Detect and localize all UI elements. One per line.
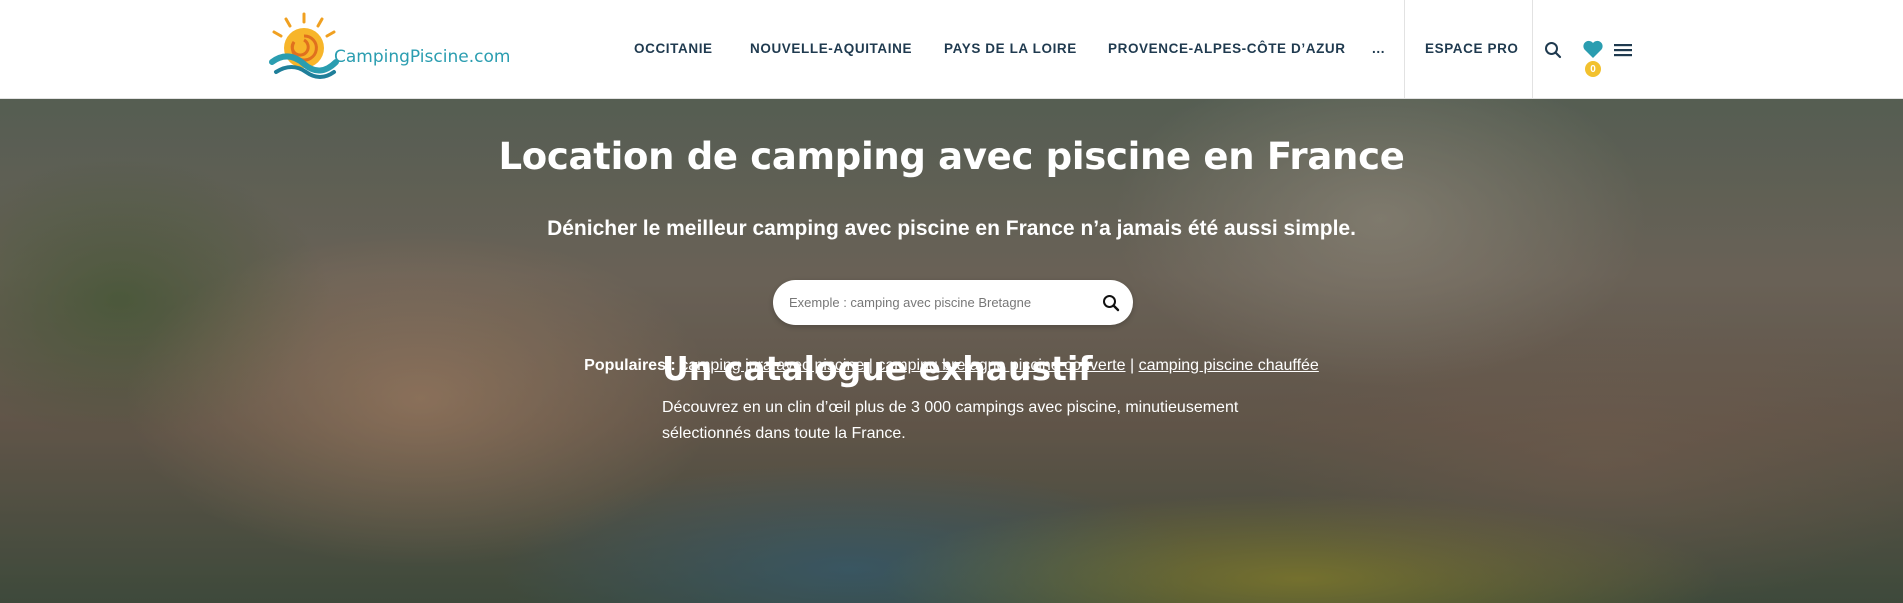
favorites-count-badge: 0 (1585, 61, 1601, 77)
logo-text: CampingPiscine.com (334, 47, 511, 67)
hero-title: Location de camping avec piscine en Fran… (498, 135, 1405, 178)
nav-item-pays-de-la-loire[interactable]: PAYS DE LA LOIRE (944, 41, 1077, 56)
nav-item-provence-alpes-cote-dazur[interactable]: PROVENCE-ALPES-CÔTE D’AZUR (1108, 41, 1346, 56)
nav-item-occitanie[interactable]: OCCITANIE (634, 41, 713, 56)
hero-section: Location de camping avec piscine en Fran… (0, 99, 1903, 603)
nav-item-more[interactable]: ... (1372, 41, 1385, 56)
popular-separator: | (1129, 357, 1135, 374)
menu-icon[interactable] (1613, 40, 1633, 60)
search-submit-icon[interactable] (1101, 293, 1121, 313)
search-bar (773, 280, 1133, 325)
heart-icon[interactable] (1581, 38, 1605, 60)
nav-item-nouvelle-aquitaine[interactable]: NOUVELLE-AQUITAINE (750, 41, 912, 56)
search-input[interactable] (789, 280, 1089, 325)
search-icon[interactable] (1543, 40, 1563, 60)
site-logo[interactable]: CampingPiscine.com (264, 10, 510, 86)
catalogue-title: Un catalogue exhaustif (662, 349, 1093, 388)
hero-subtitle: Dénicher le meilleur camping avec piscin… (547, 217, 1356, 240)
site-header: CampingPiscine.com OCCITANIE NOUVELLE-AQ… (0, 0, 1903, 99)
nav-item-espace-pro[interactable]: ESPACE PRO (1425, 41, 1519, 56)
popular-link-chauffee[interactable]: camping piscine chauffée (1139, 357, 1319, 374)
nav-divider (1404, 0, 1405, 99)
catalogue-text: Découvrez en un clin d’œil plus de 3 000… (662, 399, 1239, 442)
nav-divider (1532, 0, 1533, 99)
logo-sun-icon (269, 12, 339, 79)
